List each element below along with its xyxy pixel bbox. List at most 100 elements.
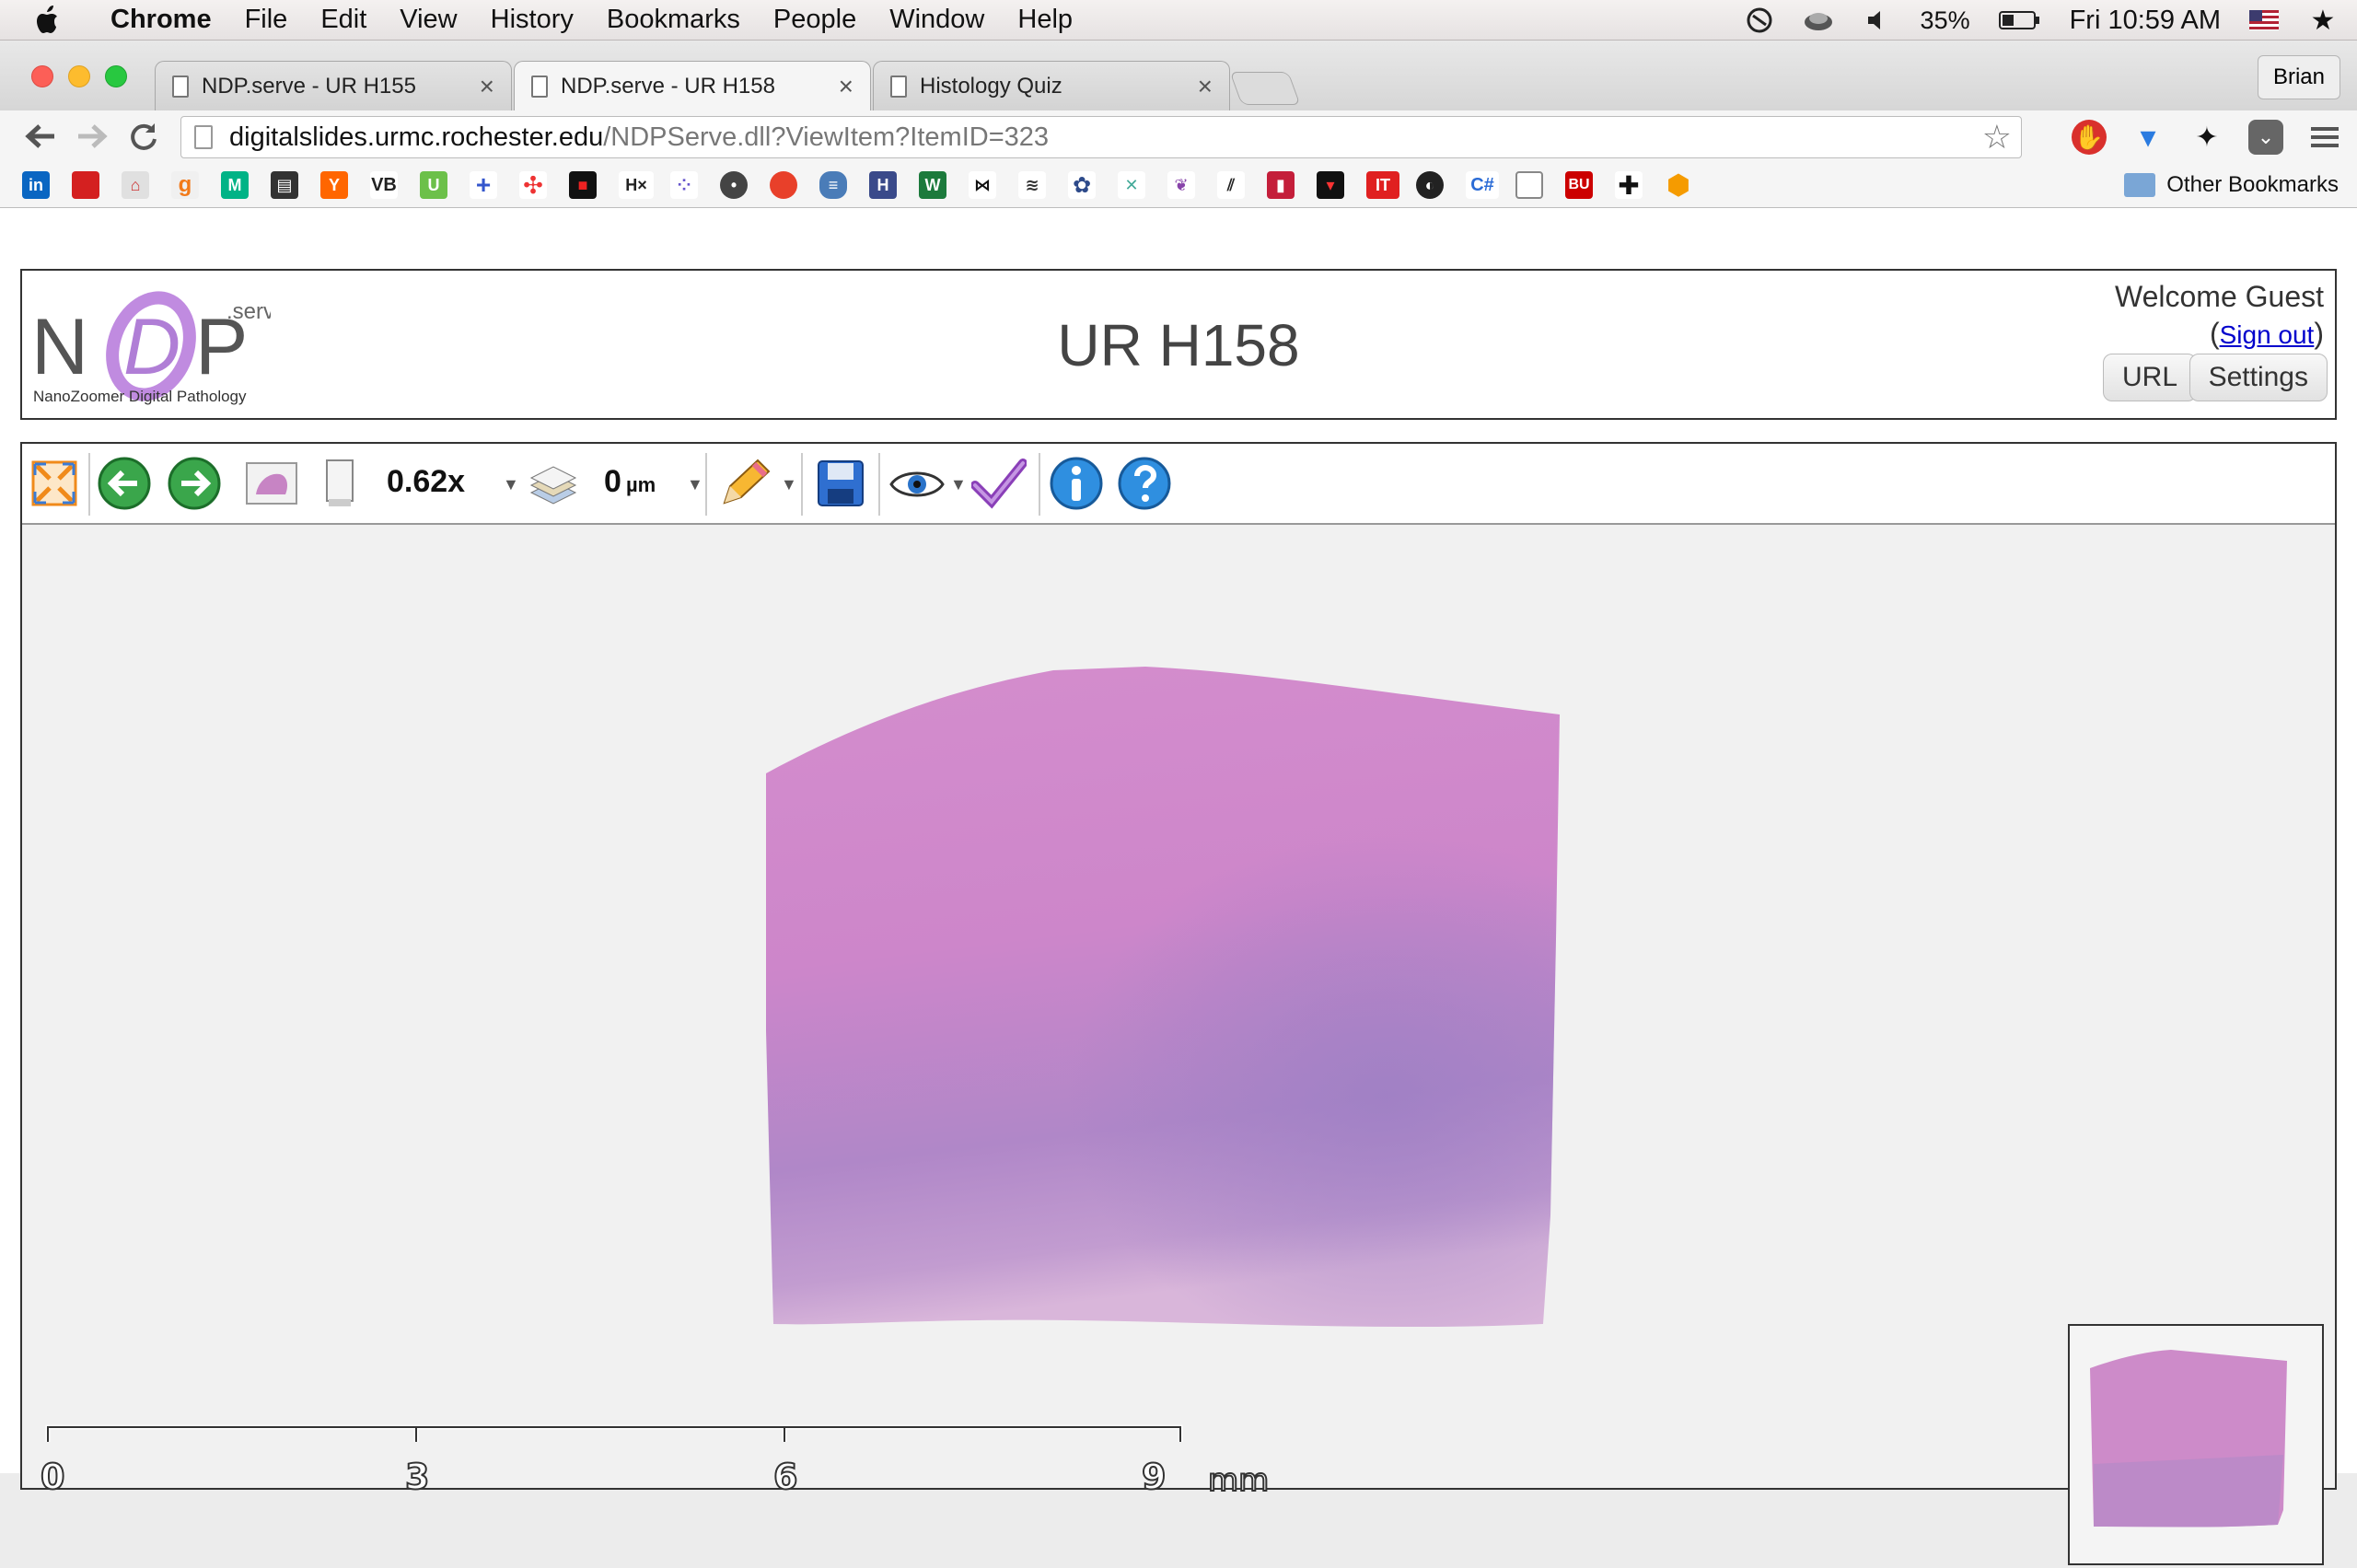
bookmark-octopus-icon[interactable]: ✿ (1068, 171, 1096, 199)
new-tab-button[interactable] (1229, 72, 1301, 105)
bookmark-bu-icon[interactable]: BU (1565, 171, 1593, 199)
menu-file[interactable]: File (245, 5, 288, 35)
bookmark-hx-icon[interactable]: H× (619, 171, 654, 199)
menu-history[interactable]: History (491, 5, 574, 35)
bookmark-m-icon[interactable]: M (221, 171, 249, 199)
bookmark-chart-icon[interactable]: ▮ (1267, 171, 1295, 199)
view-eye-icon[interactable] (888, 455, 945, 512)
menu-view[interactable]: View (400, 5, 457, 35)
slide-canvas[interactable]: 0 3 6 9 mm (22, 525, 2335, 1565)
menu-app-chrome[interactable]: Chrome (110, 5, 212, 35)
bookmark-g-icon[interactable]: g (171, 171, 199, 199)
zoom-level[interactable]: 0.62x (387, 464, 465, 500)
close-tab-icon[interactable]: × (839, 72, 853, 101)
forward-button[interactable] (74, 118, 110, 155)
bookmark-plus-icon[interactable]: + (470, 170, 497, 199)
bookmark-tomato-icon[interactable] (770, 171, 797, 199)
sync-status-icon[interactable] (1744, 6, 1775, 34)
menu-people[interactable]: People (773, 5, 856, 35)
bookmark-avatar-icon[interactable]: ◐ (1416, 171, 1444, 199)
info-icon[interactable] (1048, 455, 1105, 512)
bookmark-vb-icon[interactable]: VB (370, 171, 398, 199)
menu-edit[interactable]: Edit (320, 5, 366, 35)
other-bookmarks-folder[interactable]: Other Bookmarks (2124, 169, 2339, 201)
adblock-icon[interactable]: ✋ (2072, 120, 2107, 155)
back-arrow-icon[interactable] (96, 455, 153, 512)
bookmark-dots-icon[interactable]: ⁘ (670, 171, 698, 199)
forward-arrow-icon[interactable] (166, 455, 223, 512)
close-tab-icon[interactable]: × (480, 72, 494, 101)
bookmark-feather-icon[interactable]: ❦ (1167, 171, 1195, 199)
bookmark-app-icon[interactable]: • (720, 171, 748, 199)
bookmark-network-icon[interactable]: ✕ (1118, 171, 1145, 199)
slide-glass-icon[interactable] (311, 455, 368, 512)
layers-icon[interactable] (525, 455, 582, 512)
menu-bookmarks[interactable]: Bookmarks (607, 5, 740, 35)
menu-help[interactable]: Help (1017, 5, 1073, 35)
chrome-menu-icon[interactable] (2307, 120, 2342, 155)
reload-button[interactable] (125, 118, 162, 155)
profile-button[interactable]: Brian (2257, 55, 2340, 99)
bookmark-page-icon[interactable] (1515, 171, 1543, 199)
tab-ndp-h158[interactable]: NDP.serve - UR H158 × (514, 61, 871, 110)
fit-to-screen-icon[interactable] (26, 455, 83, 512)
bookmark-linkedin-icon[interactable]: in (22, 171, 50, 199)
pocket-icon[interactable]: ⌄ (2248, 120, 2283, 155)
focus-value[interactable]: 0 (604, 464, 621, 500)
focus-dropdown-icon[interactable]: ▼ (687, 475, 703, 494)
slide-overview-minimap[interactable] (2068, 1324, 2324, 1565)
vpn-extension-icon[interactable]: ▾ (2131, 120, 2165, 155)
bookmark-database-icon[interactable]: ≡ (819, 171, 847, 199)
bookmark-h-icon[interactable]: H (869, 171, 897, 199)
volume-icon[interactable] (1862, 6, 1893, 34)
zoom-dropdown-icon[interactable]: ▼ (503, 475, 519, 494)
tissue-section-image[interactable] (740, 663, 1587, 1381)
tab-ndp-h155[interactable]: NDP.serve - UR H155 × (155, 61, 512, 110)
window-minimize-button[interactable] (68, 65, 90, 87)
bookmark-ycombinator-icon[interactable]: Y (320, 171, 348, 199)
bookmark-lines-icon[interactable]: ⫽ (1217, 171, 1245, 199)
bookmark-stripes-icon[interactable]: ≋ (1018, 171, 1046, 199)
bat-extension-icon[interactable]: ✦ (2189, 120, 2224, 155)
address-bar[interactable]: digitalslides.urmc.rochester.edu/NDPServ… (180, 116, 2022, 158)
bookmark-news-icon[interactable]: ▤ (271, 171, 298, 199)
settings-button[interactable]: Settings (2189, 354, 2328, 401)
checkmark-icon[interactable] (970, 455, 1028, 512)
close-tab-icon[interactable]: × (1198, 72, 1213, 101)
menubar-clock[interactable]: Fri 10:59 AM (2070, 6, 2221, 36)
sign-out-link[interactable]: Sign out (2220, 320, 2315, 349)
slide-viewer: 0.62x ▼ 0 µm ▼ ▼ ▼ 0 3 6 9 mm (20, 442, 2337, 1565)
bookmark-cross-icon[interactable]: ✚ (1615, 171, 1643, 200)
battery-icon[interactable] (1998, 6, 2042, 34)
us-flag-icon[interactable] (2248, 6, 2280, 34)
bookmark-w-icon[interactable]: W (919, 171, 946, 199)
bookmarks-bar: in ⌂ g M ▤ Y VB U + ✣ ■ H× ⁘ • ≡ H W ⋈ ≋… (0, 162, 2357, 208)
notification-star-icon[interactable]: ★ (2307, 6, 2339, 36)
bookmark-u-icon[interactable]: U (420, 171, 447, 199)
save-disk-icon[interactable] (812, 455, 869, 512)
bookmark-pinwheel-icon[interactable]: ✣ (519, 171, 547, 199)
tab-histology-quiz[interactable]: Histology Quiz × (873, 61, 1230, 110)
bookmark-csharp-icon[interactable]: C# (1466, 171, 1499, 199)
view-dropdown-icon[interactable]: ▼ (950, 475, 967, 494)
page-icon (172, 75, 189, 98)
window-zoom-button[interactable] (105, 65, 127, 87)
menu-window[interactable]: Window (889, 5, 984, 35)
annotate-pencil-icon[interactable] (714, 455, 772, 512)
back-button[interactable] (22, 118, 59, 155)
slide-thumbnail-icon[interactable] (243, 455, 300, 512)
bookmark-it-icon[interactable]: IT (1366, 171, 1399, 199)
bookmark-star-icon[interactable]: ☆ (1982, 118, 2012, 157)
bookmark-bowtie-icon[interactable]: ⋈ (969, 171, 996, 199)
bookmark-grid-icon[interactable]: ■ (569, 171, 597, 199)
bookmark-stack-icon[interactable] (72, 171, 99, 199)
bookmark-hexagon-icon[interactable]: ⬢ (1665, 170, 1692, 201)
cloud-app-icon[interactable] (1803, 6, 1834, 34)
window-close-button[interactable] (31, 65, 53, 87)
bookmark-dark-icon[interactable]: ▾ (1317, 171, 1344, 199)
help-icon[interactable] (1116, 455, 1173, 512)
bookmark-bank-icon[interactable]: ⌂ (122, 171, 149, 199)
apple-menu-icon[interactable] (35, 0, 83, 41)
annotate-dropdown-icon[interactable]: ▼ (781, 475, 797, 494)
url-button[interactable]: URL (2102, 354, 2197, 401)
